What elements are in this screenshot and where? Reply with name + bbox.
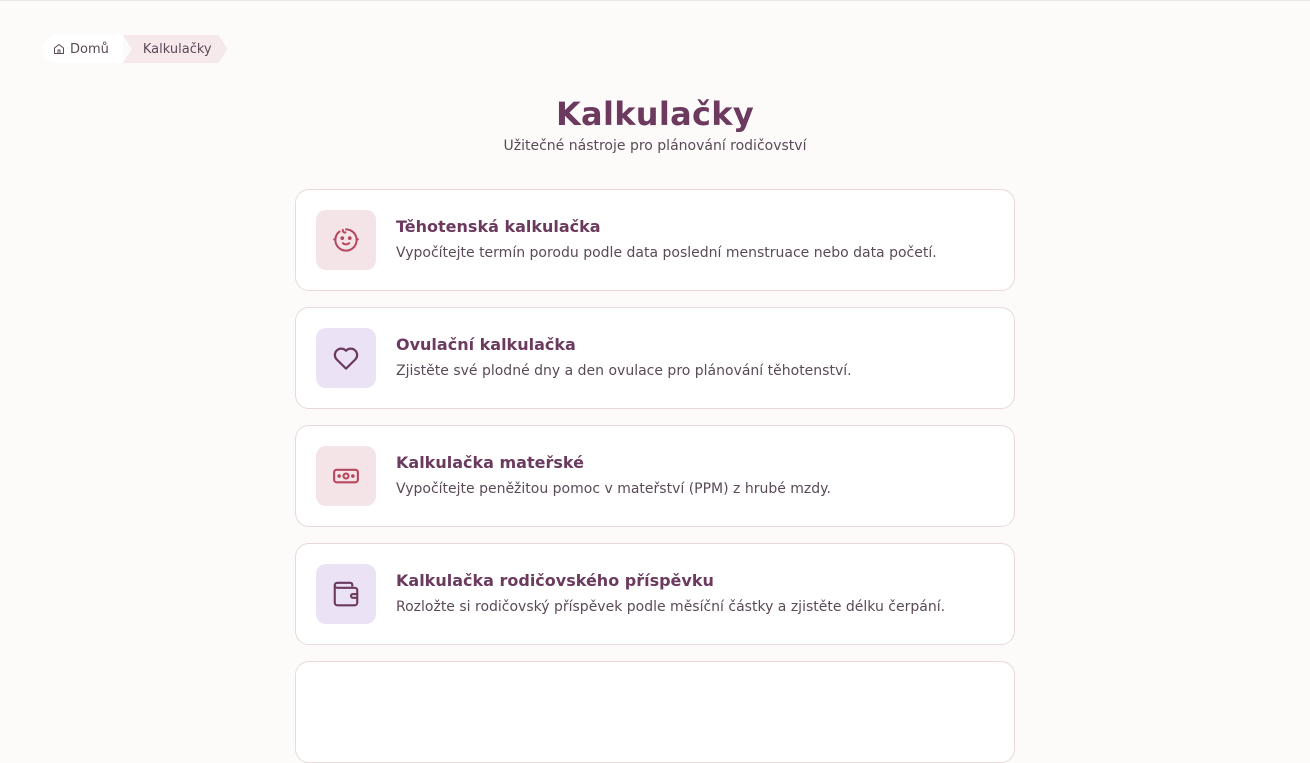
card-partial[interactable] (295, 661, 1015, 763)
wallet-icon (333, 581, 359, 607)
card-description: Zjistěte své plodné dny a den ovulace pr… (396, 363, 852, 379)
card-parental-allowance-calculator[interactable]: Kalkulačka rodičovského příspěvku Rozlož… (295, 543, 1015, 645)
card-icon-box (316, 564, 376, 624)
card-title: Kalkulačka rodičovského příspěvku (396, 571, 714, 590)
card-ovulation-calculator[interactable]: Ovulační kalkulačka Zjistěte své plodné … (295, 307, 1015, 409)
page-title: Kalkulačky (555, 95, 755, 133)
card-icon-box (316, 210, 376, 270)
card-title: Těhotenská kalkulačka (396, 217, 601, 236)
breadcrumb-home-link[interactable]: Domů (43, 35, 123, 63)
breadcrumb-current: Kalkulačky (123, 35, 228, 63)
heart-icon (333, 347, 359, 370)
top-border (0, 0, 1310, 1)
card-maternity-calculator[interactable]: Kalkulačka mateřské Vypočítejte peněžito… (295, 425, 1015, 527)
breadcrumb-home-label: Domů (70, 41, 109, 57)
card-title: Ovulační kalkulačka (396, 335, 576, 354)
breadcrumb: Domů Kalkulačky (43, 35, 228, 63)
card-pregnancy-calculator[interactable]: Těhotenská kalkulačka Vypočítejte termín… (295, 189, 1015, 291)
page-subtitle: Užitečné nástroje pro plánování rodičovs… (503, 138, 807, 154)
baby-face-icon (333, 228, 359, 252)
card-icon-box (316, 328, 376, 388)
home-icon (54, 44, 64, 54)
card-title: Kalkulačka mateřské (396, 453, 584, 472)
card-icon-box (316, 446, 376, 506)
card-description: Vypočítejte termín porodu podle data pos… (396, 245, 937, 261)
banknote-icon (333, 468, 359, 484)
card-description: Rozložte si rodičovský příspěvek podle m… (396, 599, 946, 615)
card-description: Vypočítejte peněžitou pomoc v mateřství … (396, 481, 831, 497)
